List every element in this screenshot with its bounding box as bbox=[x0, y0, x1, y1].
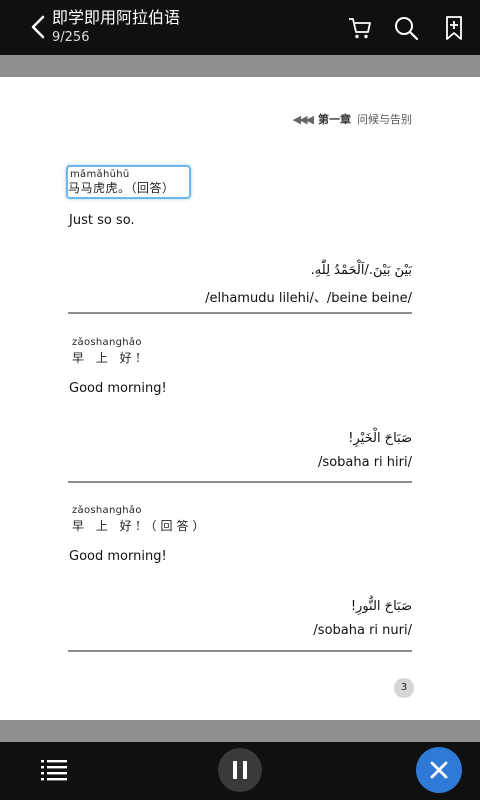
pinyin-line: zǎoshanghǎo bbox=[72, 337, 142, 348]
pause-button[interactable] bbox=[218, 748, 262, 792]
english-line: Good morning! bbox=[69, 549, 167, 564]
chapter-arrows: ◀◀◀ bbox=[292, 112, 314, 126]
page-number: 3 bbox=[394, 678, 414, 698]
english-line: Just so so. bbox=[69, 213, 135, 228]
page-counter: 9/256 bbox=[52, 30, 90, 45]
chapter-header: ◀◀◀ 第一章 问候与告别 bbox=[293, 111, 412, 127]
pinyin-line: zǎoshanghǎo bbox=[72, 505, 142, 516]
chinese-line: 早 上 好!（回答） bbox=[72, 519, 209, 533]
divider bbox=[68, 481, 412, 483]
chapter-number: 第一章 bbox=[318, 113, 351, 126]
page-gutter-bottom bbox=[0, 720, 480, 742]
transliteration-line: /sobaha ri hiri/ bbox=[318, 455, 412, 470]
book-page[interactable]: ◀◀◀ 第一章 问候与告别 mǎmǎhūhū 马马虎虎。（回答） Just so… bbox=[0, 77, 480, 720]
divider bbox=[68, 650, 412, 652]
transliteration-line: /sobaha ri nuri/ bbox=[313, 623, 412, 638]
arabic-line: صَبَاحَ الْخَيْرِ! bbox=[348, 431, 412, 446]
arabic-line: بَيْنَ بَيْنَ./اَلْحَمْدُ لِلّٰهِ. bbox=[310, 263, 412, 278]
bookmark-add-icon[interactable] bbox=[440, 14, 468, 42]
book-title: 即学即用阿拉伯语 bbox=[52, 8, 181, 27]
chinese-line: 马马虎虎。（回答） bbox=[68, 181, 175, 195]
top-bar: 即学即用阿拉伯语 9/256 bbox=[0, 0, 480, 55]
bottom-bar bbox=[0, 742, 480, 800]
english-line: Good morning! bbox=[69, 381, 167, 396]
chinese-line: 早 上 好! bbox=[72, 351, 145, 365]
page-gutter-top bbox=[0, 55, 480, 77]
close-icon bbox=[430, 761, 448, 779]
pause-icon bbox=[233, 761, 247, 779]
list-icon[interactable] bbox=[40, 757, 68, 783]
close-button[interactable] bbox=[416, 747, 462, 793]
transliteration-line: /elhamudu lilehi/、/beine beine/ bbox=[205, 291, 412, 306]
back-arrow-icon[interactable] bbox=[28, 14, 50, 40]
divider bbox=[68, 312, 412, 314]
arabic-line: صَبَاحَ النُّورِ! bbox=[350, 599, 412, 614]
cart-icon[interactable] bbox=[346, 14, 374, 42]
search-icon[interactable] bbox=[392, 14, 420, 42]
chapter-name: 问候与告别 bbox=[357, 113, 412, 126]
